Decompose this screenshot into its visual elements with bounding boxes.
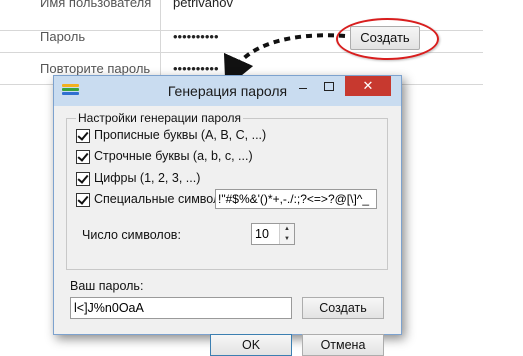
minimize-button[interactable] bbox=[290, 76, 316, 96]
maximize-button[interactable] bbox=[316, 76, 342, 96]
length-stepper[interactable]: 10 ▲ ▼ bbox=[251, 223, 295, 245]
generation-settings-group: Настройки генерации пароля Прописные бук… bbox=[66, 111, 388, 270]
spin-up-icon[interactable]: ▲ bbox=[279, 224, 294, 234]
maximize-icon bbox=[324, 82, 334, 91]
uppercase-checkbox[interactable] bbox=[76, 129, 90, 143]
spin-down-icon[interactable]: ▼ bbox=[279, 234, 294, 244]
special-chars-input[interactable]: !"#$%&'()*+,-./:;?<=>?@[\]^_ bbox=[215, 189, 377, 209]
cancel-button[interactable]: Отмена bbox=[302, 334, 384, 356]
lowercase-checkbox[interactable] bbox=[76, 150, 90, 164]
dialog-body: Настройки генерации пароля Прописные бук… bbox=[62, 108, 392, 356]
dialog-titlebar[interactable]: Генерация пароля ✕ bbox=[54, 76, 401, 106]
digits-checkbox[interactable] bbox=[76, 172, 90, 186]
ok-button[interactable]: OK bbox=[210, 334, 292, 356]
uppercase-label: Прописные буквы (A, B, C, ...) bbox=[94, 128, 267, 142]
special-checkbox[interactable] bbox=[76, 193, 90, 207]
password-output-field[interactable]: l<]J%n0OaA bbox=[70, 297, 292, 319]
length-label: Число символов: bbox=[82, 228, 181, 242]
generate-button[interactable]: Создать bbox=[302, 297, 384, 319]
digits-label: Цифры (1, 2, 3, ...) bbox=[94, 171, 201, 185]
close-icon: ✕ bbox=[362, 78, 374, 93]
lowercase-label: Строчные буквы (a, b, c, ...) bbox=[94, 149, 253, 163]
close-button[interactable]: ✕ bbox=[345, 76, 391, 96]
password-generator-dialog: Генерация пароля ✕ Настройки генерации п… bbox=[53, 75, 402, 356]
minimize-icon bbox=[299, 88, 307, 89]
password-output-label: Ваш пароль: bbox=[70, 279, 144, 293]
length-value[interactable]: 10 bbox=[255, 227, 269, 241]
special-label: Специальные символы bbox=[94, 192, 230, 206]
group-title: Настройки генерации пароля bbox=[76, 111, 243, 125]
